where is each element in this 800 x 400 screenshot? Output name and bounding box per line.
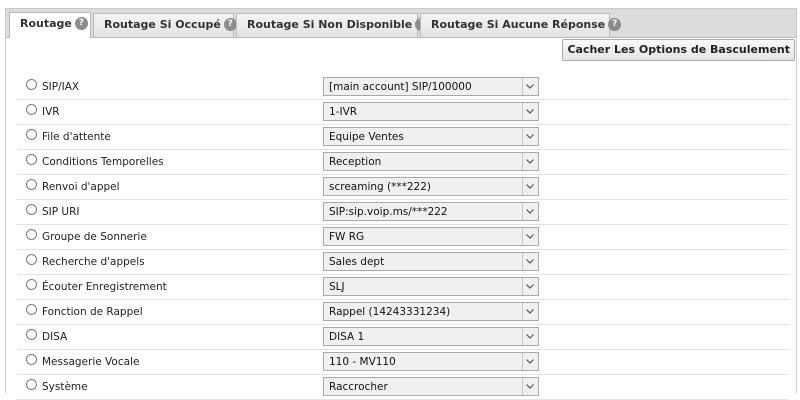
chevron-down-icon[interactable] [522, 178, 538, 195]
routing-option-row-disa: DISA DISA 1 [17, 325, 789, 350]
routing-option-row-file-d-attente: File d'attente Equipe Ventes [17, 125, 789, 150]
chevron-down-icon[interactable] [522, 353, 538, 370]
chevron-down-icon[interactable] [522, 128, 538, 145]
routing-destination-select[interactable]: 1-IVR [323, 102, 539, 121]
routing-option-label: Conditions Temporelles [42, 156, 164, 168]
chevron-down-icon[interactable] [522, 328, 538, 345]
routing-option-row-fonction-de-rappel: Fonction de Rappel Rappel (14243331234) [17, 300, 789, 325]
chevron-down-icon[interactable] [522, 153, 538, 170]
routing-option-label: Groupe de Sonnerie [42, 231, 147, 243]
routing-destination-select[interactable]: Equipe Ventes [323, 127, 539, 146]
routing-destination-select[interactable]: SLJ [323, 277, 539, 296]
routing-options-list: SIP/IAX [main account] SIP/100000 IVR 1-IVR… [17, 75, 789, 400]
tab-label: Routage [20, 17, 72, 30]
chevron-down-icon[interactable] [522, 303, 538, 320]
routing-option-radio[interactable] [26, 229, 37, 240]
routing-option-radio[interactable] [26, 304, 37, 315]
routing-option-row-ivr: IVR 1-IVR [17, 100, 789, 125]
routing-option-row-messagerie-vocale: Messagerie Vocale 110 - MV110 [17, 350, 789, 375]
routing-option-radio[interactable] [26, 354, 37, 365]
tab-routage-si-non-disponible[interactable]: Routage Si Non Disponible? [236, 13, 429, 37]
help-icon[interactable]: ? [74, 16, 88, 30]
chevron-down-icon[interactable] [522, 103, 538, 120]
select-value: screaming (***222) [329, 181, 432, 193]
routing-destination-select[interactable]: SIP:sip.voip.ms/***222 [323, 202, 539, 221]
routing-option-label: Renvoi d'appel [42, 181, 120, 193]
help-icon[interactable]: ? [223, 17, 237, 31]
routing-option-radio[interactable] [26, 254, 37, 265]
routing-option-label: Messagerie Vocale [42, 356, 140, 368]
chevron-down-icon[interactable] [522, 228, 538, 245]
routing-option-label: DISA [42, 331, 68, 343]
routing-destination-select[interactable]: screaming (***222) [323, 177, 539, 196]
chevron-down-icon[interactable] [522, 278, 538, 295]
routing-destination-select[interactable]: DISA 1 [323, 327, 539, 346]
routing-option-radio[interactable] [26, 79, 37, 90]
chevron-down-icon[interactable] [522, 378, 538, 395]
select-value: Equipe Ventes [329, 131, 404, 143]
tab-routage[interactable]: Routage? [9, 12, 91, 38]
routing-destination-select[interactable]: FW RG [323, 227, 539, 246]
select-value: Rappel (14243331234) [329, 306, 451, 318]
routing-option-row-sip-iax: SIP/IAX [main account] SIP/100000 [17, 75, 789, 100]
routing-option-row-systeme: Système Raccrocher [17, 375, 789, 400]
select-value: Raccrocher [329, 381, 388, 393]
tab-routage-si-aucune-reponse[interactable]: Routage Si Aucune Réponse? [420, 13, 622, 37]
tab-routage-si-occupe[interactable]: Routage Si Occupé? [93, 13, 237, 37]
routing-option-label: IVR [42, 106, 60, 118]
routing-option-radio[interactable] [26, 154, 37, 165]
routing-destination-select[interactable]: Reception [323, 152, 539, 171]
routing-option-row-recherche-d-appels: Recherche d'appels Sales dept [17, 250, 789, 275]
routing-option-radio[interactable] [26, 329, 37, 340]
routing-option-row-ecouter-enregistrement: Écouter Enregistrement SLJ [17, 275, 789, 300]
routing-option-radio[interactable] [26, 179, 37, 190]
routing-option-label: Système [42, 381, 88, 393]
routing-option-label: Recherche d'appels [42, 256, 145, 268]
routing-option-label: SIP URI [42, 206, 80, 218]
routing-option-row-groupe-de-sonnerie: Groupe de Sonnerie FW RG [17, 225, 789, 250]
help-icon[interactable]: ? [608, 17, 622, 31]
select-value: FW RG [329, 231, 365, 243]
routing-option-radio[interactable] [26, 204, 37, 215]
routing-option-radio[interactable] [26, 129, 37, 140]
routing-option-label: Fonction de Rappel [42, 306, 143, 318]
chevron-down-icon[interactable] [522, 203, 538, 220]
select-value: [main account] SIP/100000 [329, 81, 472, 93]
chevron-down-icon[interactable] [522, 253, 538, 270]
select-value: 110 - MV110 [329, 356, 396, 368]
select-value: SIP:sip.voip.ms/***222 [329, 206, 448, 218]
routing-option-radio[interactable] [26, 104, 37, 115]
select-value: DISA 1 [329, 331, 365, 343]
select-value: SLJ [329, 281, 345, 293]
hide-failover-options-button[interactable]: Cacher Les Options de Basculement [562, 39, 795, 61]
chevron-down-icon[interactable] [522, 78, 538, 95]
select-value: 1-IVR [329, 106, 358, 118]
select-value: Reception [329, 156, 382, 168]
routing-option-radio[interactable] [26, 379, 37, 390]
tab-label: Routage Si Aucune Réponse [431, 18, 606, 31]
tab-label: Routage Si Occupé [104, 18, 221, 31]
routing-option-row-conditions-temporelles: Conditions Temporelles Reception [17, 150, 789, 175]
routing-destination-select[interactable]: Sales dept [323, 252, 539, 271]
routing-option-row-sip-uri: SIP URI SIP:sip.voip.ms/***222 [17, 200, 789, 225]
routing-option-radio[interactable] [26, 279, 37, 290]
routing-option-row-renvoi-d-appel: Renvoi d'appel screaming (***222) [17, 175, 789, 200]
tab-bar: Routage? Routage Si Occupé? Routage Si N… [6, 9, 796, 38]
routing-panel: Routage? Routage Si Occupé? Routage Si N… [5, 8, 797, 400]
routing-destination-select[interactable]: Rappel (14243331234) [323, 302, 539, 321]
routing-option-label: Écouter Enregistrement [42, 281, 167, 293]
routing-destination-select[interactable]: Raccrocher [323, 377, 539, 396]
routing-destination-select[interactable]: 110 - MV110 [323, 352, 539, 371]
tab-label: Routage Si Non Disponible [247, 18, 413, 31]
routing-destination-select[interactable]: [main account] SIP/100000 [323, 77, 539, 96]
routing-option-label: File d'attente [42, 131, 111, 143]
select-value: Sales dept [329, 256, 385, 268]
routing-option-label: SIP/IAX [42, 81, 80, 93]
